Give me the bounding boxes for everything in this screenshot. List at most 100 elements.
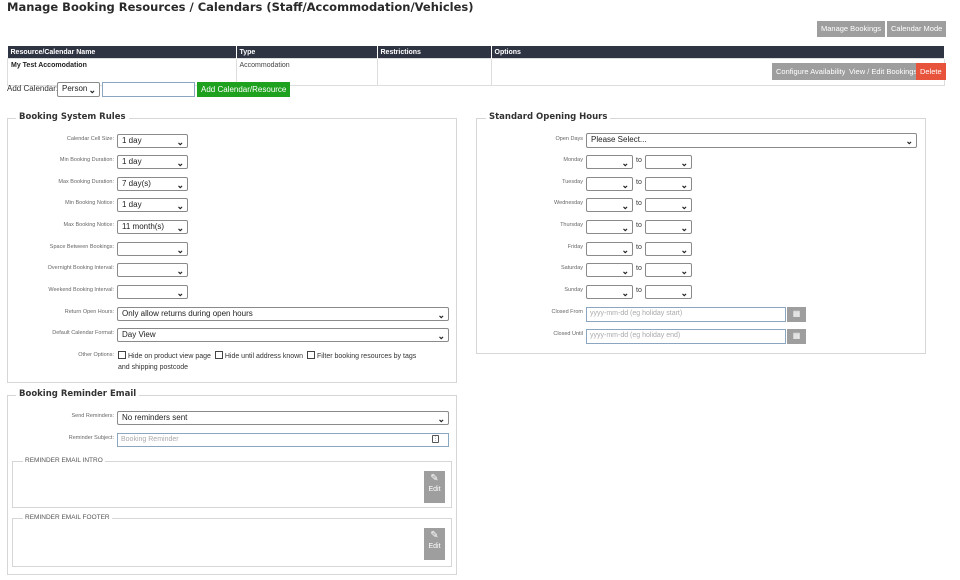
saturday-to-label: to <box>636 265 642 272</box>
chevron-down-icon: ⌄ <box>176 180 184 190</box>
closed-from-calendar-button[interactable]: ▦ <box>787 307 806 322</box>
page-title: Manage Booking Resources / Calendars (St… <box>7 0 474 14</box>
intro-edit-label: Edit <box>428 486 441 493</box>
chevron-down-icon: ⌄ <box>621 158 629 168</box>
tuesday-open-select[interactable]: ⌄ <box>586 177 633 191</box>
return-open-hours-select[interactable]: Only allow returns during open hours ⌄ <box>117 307 449 321</box>
wednesday-open-select[interactable]: ⌄ <box>586 198 633 212</box>
chevron-down-icon: ⌄ <box>176 158 184 168</box>
open-days-value: Please Select... <box>591 135 647 144</box>
text-field-icon: ⋮ <box>432 435 439 443</box>
wednesday-label: Wednesday <box>554 200 583 206</box>
space-between-bookings-select[interactable]: ⌄ <box>117 242 188 256</box>
filter-by-tags-checkbox[interactable] <box>307 351 316 359</box>
chevron-down-icon: ⌄ <box>621 201 629 211</box>
open-days-label: Open Days <box>555 136 583 142</box>
chevron-down-icon: ⌄ <box>176 201 184 211</box>
chevron-down-icon: ⌄ <box>621 180 629 190</box>
chevron-down-icon: ⌄ <box>437 310 445 320</box>
monday-open-select[interactable]: ⌄ <box>586 155 633 169</box>
column-header-options: Options <box>491 46 945 59</box>
calendar-mode-button[interactable]: Calendar Mode <box>887 21 947 37</box>
calendar-type-value: Person <box>62 84 88 93</box>
wednesday-to-label: to <box>636 200 642 207</box>
chevron-down-icon: ⌄ <box>680 180 688 190</box>
min-booking-notice-value: 1 day <box>122 200 142 209</box>
tuesday-close-select[interactable]: ⌄ <box>645 177 692 191</box>
reminder-footer-box <box>12 518 452 567</box>
saturday-close-select[interactable]: ⌄ <box>645 263 692 277</box>
sunday-close-select[interactable]: ⌄ <box>645 285 692 299</box>
monday-label: Monday <box>563 157 583 163</box>
sunday-label: Sunday <box>564 287 583 293</box>
reminder-footer-title: REMINDER EMAIL FOOTER <box>23 514 112 521</box>
calendar-icon: ▦ <box>792 309 801 318</box>
max-booking-notice-select[interactable]: 11 month(s) ⌄ <box>117 220 188 234</box>
chevron-down-icon: ⌄ <box>680 288 688 298</box>
chevron-down-icon: ⌄ <box>176 223 184 233</box>
min-booking-duration-select[interactable]: 1 day ⌄ <box>117 155 188 169</box>
thursday-label: Thursday <box>560 222 583 228</box>
default-calendar-format-select[interactable]: Day View ⌄ <box>117 328 449 342</box>
add-calendar-label: Add Calendar: <box>7 84 59 93</box>
calendar-cell-size-value: 1 day <box>122 136 142 145</box>
wednesday-close-select[interactable]: ⌄ <box>645 198 692 212</box>
pencil-icon: ✎ <box>430 530 439 541</box>
hide-on-product-checkbox[interactable] <box>118 351 126 359</box>
send-reminders-value: No reminders sent <box>122 413 188 422</box>
reminder-intro-title: REMINDER EMAIL INTRO <box>23 457 105 464</box>
closed-until-label: Closed Until <box>553 331 583 337</box>
min-booking-notice-select[interactable]: 1 day ⌄ <box>117 198 188 212</box>
calendar-icon: ▦ <box>792 331 801 340</box>
min-booking-notice-label: Min Booking Notice: <box>65 200 114 206</box>
closed-until-input[interactable]: yyyy-mm-dd (eg holiday end) <box>586 329 786 344</box>
chevron-down-icon: ⌄ <box>621 223 629 233</box>
booking-reminder-title: Booking Reminder Email <box>16 389 140 399</box>
thursday-open-select[interactable]: ⌄ <box>586 220 633 234</box>
max-booking-duration-label: Max Booking Duration: <box>58 179 114 185</box>
send-reminders-select[interactable]: No reminders sent ⌄ <box>117 411 449 425</box>
sunday-open-select[interactable]: ⌄ <box>586 285 633 299</box>
calendar-cell-size-select[interactable]: 1 day ⌄ <box>117 134 188 148</box>
tuesday-label: Tuesday <box>562 179 583 185</box>
view-edit-bookings-button[interactable]: View / Edit Bookings <box>845 63 922 80</box>
monday-close-select[interactable]: ⌄ <box>645 155 692 169</box>
max-booking-notice-label: Max Booking Notice: <box>63 222 114 228</box>
reminder-subject-input[interactable]: Booking Reminder <box>117 433 449 447</box>
footer-edit-button[interactable]: ✎ Edit <box>424 528 445 560</box>
friday-open-select[interactable]: ⌄ <box>586 242 633 256</box>
default-calendar-format-label: Default Calendar Format: <box>52 330 114 336</box>
chevron-down-icon: ⌄ <box>176 245 184 255</box>
saturday-open-select[interactable]: ⌄ <box>586 263 633 277</box>
hide-until-address-checkbox[interactable] <box>214 351 223 359</box>
monday-to-label: to <box>636 157 642 164</box>
column-header-restrictions: Restrictions <box>377 46 492 59</box>
friday-label: Friday <box>567 244 583 250</box>
calendar-type-select[interactable]: Person ⌄ <box>57 82 100 97</box>
chevron-down-icon: ⌄ <box>905 136 913 146</box>
closed-from-input[interactable]: yyyy-mm-dd (eg holiday start) <box>586 307 786 322</box>
closed-until-calendar-button[interactable]: ▦ <box>787 329 806 344</box>
max-booking-duration-select[interactable]: 7 day(s) ⌄ <box>117 177 188 191</box>
other-options-group: Hide on product view page Hide until add… <box>118 351 454 373</box>
weekend-booking-interval-select[interactable]: ⌄ <box>117 285 188 299</box>
space-between-bookings-label: Space Between Bookings: <box>49 244 114 250</box>
chevron-down-icon: ⌄ <box>680 266 688 276</box>
overnight-booking-interval-select[interactable]: ⌄ <box>117 263 188 277</box>
friday-close-select[interactable]: ⌄ <box>645 242 692 256</box>
open-days-select[interactable]: Please Select... ⌄ <box>586 133 917 148</box>
reminder-subject-label: Reminder Subject: <box>68 435 114 441</box>
configure-availability-button[interactable]: Configure Availability <box>772 63 850 80</box>
delete-button[interactable]: Delete <box>916 63 946 80</box>
intro-edit-button[interactable]: ✎ Edit <box>424 471 445 503</box>
manage-bookings-button[interactable]: Manage Bookings <box>817 21 886 37</box>
chevron-down-icon: ⌄ <box>621 245 629 255</box>
default-calendar-format-value: Day View <box>122 330 156 339</box>
add-calendar-button[interactable]: Add Calendar/Resource <box>197 82 291 97</box>
filter-by-tags-label-cont: and shipping postcode <box>118 364 189 371</box>
chevron-down-icon: ⌄ <box>621 266 629 276</box>
other-options-label: Other Options: <box>78 352 114 358</box>
footer-edit-label: Edit <box>428 543 441 550</box>
calendar-name-input[interactable] <box>102 82 195 97</box>
thursday-close-select[interactable]: ⌄ <box>645 220 692 234</box>
